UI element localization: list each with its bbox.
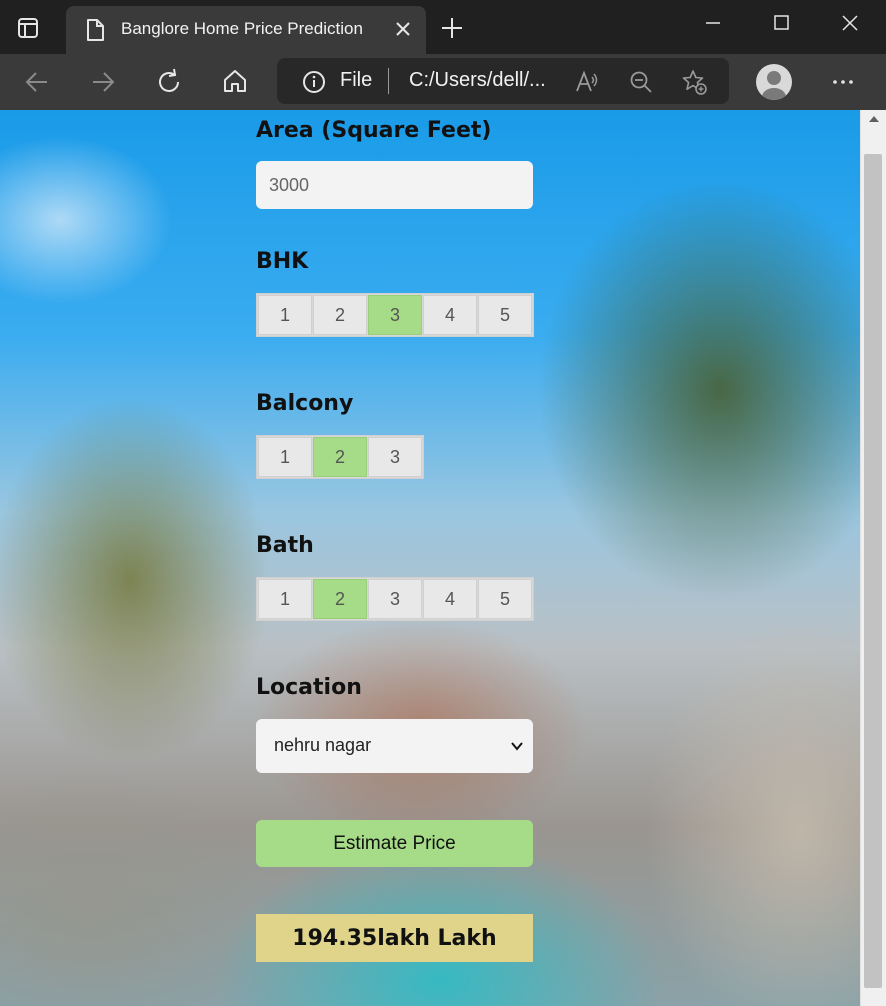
bhk-option[interactable]: 5 xyxy=(478,295,532,335)
balcony-label: Balcony xyxy=(256,391,354,416)
plus-icon[interactable] xyxy=(440,16,464,40)
vertical-scrollbar[interactable] xyxy=(860,110,886,1006)
read-aloud-icon[interactable] xyxy=(574,69,600,95)
more-icon[interactable] xyxy=(829,68,857,96)
address-url[interactable]: C:/Users/dell/... xyxy=(409,69,546,92)
back-icon[interactable] xyxy=(23,68,51,96)
estimate-price-button[interactable]: Estimate Price xyxy=(256,820,533,867)
bath-option[interactable]: 4 xyxy=(423,579,477,619)
balcony-option[interactable]: 3 xyxy=(368,437,422,477)
estimated-price-result: 194.35lakh Lakh xyxy=(256,914,533,962)
bhk-option[interactable]: 2 xyxy=(313,295,367,335)
location-label: Location xyxy=(256,675,362,700)
zoom-out-icon[interactable] xyxy=(628,69,654,95)
chevron-down-icon xyxy=(511,742,523,751)
tab-title: Banglore Home Price Prediction xyxy=(121,19,363,38)
balcony-option[interactable]: 2 xyxy=(313,437,367,477)
bhk-selector: 1 2 3 4 5 xyxy=(256,293,534,337)
bath-option[interactable]: 5 xyxy=(478,579,532,619)
scrollbar-thumb[interactable] xyxy=(864,154,882,988)
bath-selector: 1 2 3 4 5 xyxy=(256,577,534,621)
bhk-option[interactable]: 4 xyxy=(423,295,477,335)
maximize-icon[interactable] xyxy=(766,10,796,36)
favorites-icon[interactable] xyxy=(681,69,707,95)
bath-option[interactable]: 3 xyxy=(368,579,422,619)
bath-label: Bath xyxy=(256,533,314,558)
area-label: Area (Square Feet) xyxy=(256,118,492,143)
refresh-icon[interactable] xyxy=(155,68,183,96)
window-close-icon[interactable] xyxy=(835,10,865,36)
address-scheme: File xyxy=(340,69,373,91)
bath-option[interactable]: 2 xyxy=(313,579,367,619)
bhk-option[interactable]: 1 xyxy=(258,295,312,335)
address-bar[interactable]: File C:/Users/dell/... xyxy=(277,58,729,104)
title-bar: Banglore Home Price Prediction xyxy=(0,0,886,54)
location-select[interactable]: nehru nagar xyxy=(256,719,533,773)
forward-icon[interactable] xyxy=(89,68,117,96)
browser-tab[interactable]: Banglore Home Price Prediction xyxy=(66,6,426,54)
page-viewport: Area (Square Feet) BHK 1 2 3 4 5 Balcony… xyxy=(0,110,886,1006)
browser-toolbar: File C:/Users/dell/... xyxy=(0,54,886,110)
minimize-icon[interactable] xyxy=(698,10,728,36)
balcony-option[interactable]: 1 xyxy=(258,437,312,477)
home-icon[interactable] xyxy=(221,67,249,95)
area-input[interactable] xyxy=(256,161,533,209)
profile-icon[interactable] xyxy=(756,64,792,100)
address-separator xyxy=(388,68,389,94)
info-icon[interactable] xyxy=(302,70,326,94)
bath-option[interactable]: 1 xyxy=(258,579,312,619)
tab-actions-icon[interactable] xyxy=(16,16,40,40)
location-selected-value: nehru nagar xyxy=(274,735,372,755)
bhk-label: BHK xyxy=(256,249,309,274)
page-icon xyxy=(87,19,104,41)
scroll-up-arrow-icon[interactable] xyxy=(869,116,879,122)
close-icon[interactable] xyxy=(392,18,414,40)
bhk-option[interactable]: 3 xyxy=(368,295,422,335)
balcony-selector: 1 2 3 xyxy=(256,435,424,479)
